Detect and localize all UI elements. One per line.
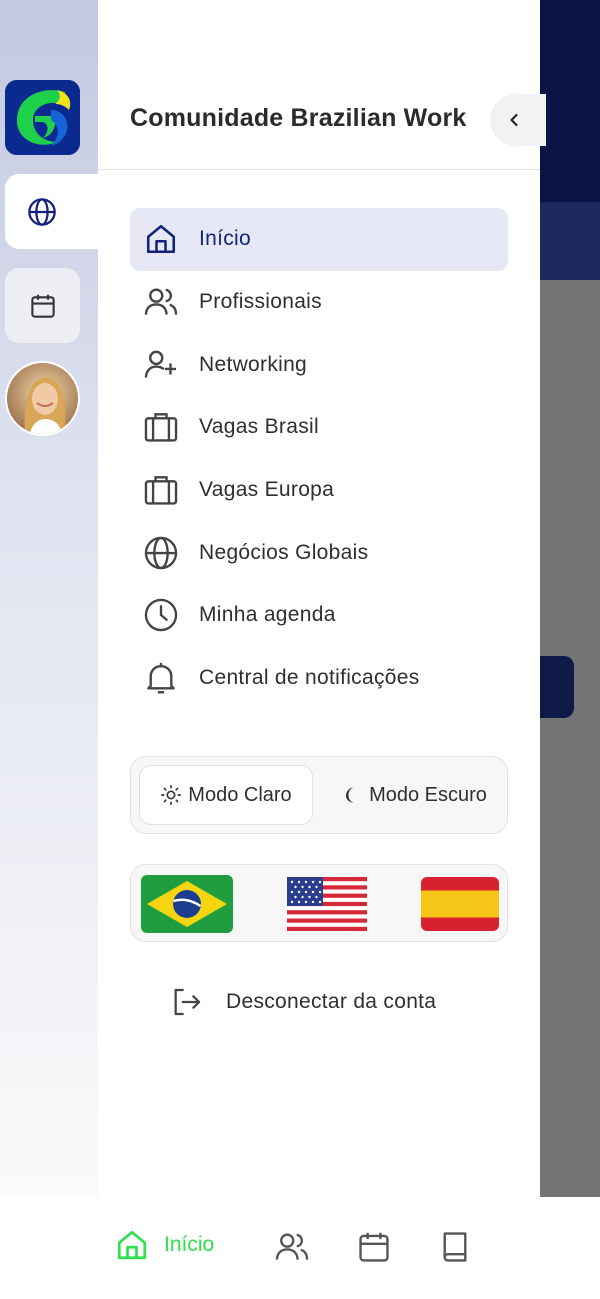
sun-icon	[161, 785, 182, 805]
logout-label: Desconectar da conta	[226, 990, 437, 1013]
moon-icon	[346, 787, 354, 803]
logout-button[interactable]: Desconectar da conta	[170, 985, 436, 1019]
logo-icon	[5, 80, 80, 155]
menu-item-vagas-brasil[interactable]: Vagas Brasil	[130, 396, 508, 459]
drawer-divider	[98, 169, 540, 170]
spain-flag-button[interactable]	[421, 877, 499, 935]
theme-toggle: Modo Claro Modo Escuro	[130, 756, 508, 834]
chevron-left-icon	[510, 113, 518, 127]
menu-item-networking[interactable]: Networking	[130, 333, 508, 396]
dark-mode-label: Modo Escuro	[369, 783, 487, 806]
clock-icon	[144, 599, 178, 632]
brazil-flag-button[interactable]	[141, 875, 233, 937]
avatar[interactable]	[5, 361, 80, 436]
menu-item-label: Networking	[199, 352, 308, 376]
light-mode-label: Modo Claro	[188, 783, 292, 806]
menu-item-label: Vagas Brasil	[199, 415, 319, 439]
usa-flag-icon	[287, 877, 367, 931]
menu-item-label: Vagas Europa	[199, 478, 335, 502]
globe-icon	[144, 536, 178, 570]
app-header	[538, 0, 600, 202]
bottom-nav: Início	[0, 1197, 600, 1299]
home-icon	[117, 1230, 147, 1260]
language-selector	[130, 864, 508, 942]
drawer-title: Comunidade Brazilian Work	[130, 104, 467, 132]
nav-book-tab[interactable]	[436, 1228, 474, 1270]
home-icon	[146, 225, 176, 254]
menu-item-vagas-europa[interactable]: Vagas Europa	[130, 459, 508, 522]
drawer-menu: Início Profissionais Networking Vagas Br…	[130, 208, 508, 710]
globe-icon	[28, 197, 56, 226]
logout-icon	[174, 988, 201, 1016]
briefcase-icon	[144, 413, 178, 443]
menu-item-negocios-globais[interactable]: Negócios Globais	[130, 521, 508, 584]
navigation-drawer: Comunidade Brazilian Work Início Profiss…	[98, 0, 546, 1197]
users-icon	[144, 288, 178, 315]
app-header-band	[538, 202, 600, 280]
menu-item-minha-agenda[interactable]: Minha agenda	[130, 584, 508, 647]
nav-users-tab[interactable]	[272, 1228, 312, 1270]
nav-home-label: Início	[164, 1233, 215, 1256]
dark-mode-button[interactable]: Modo Escuro	[327, 765, 501, 825]
menu-item-label: Início	[199, 227, 251, 251]
menu-item-label: Profissionais	[199, 290, 322, 314]
menu-item-label: Minha agenda	[199, 603, 336, 627]
nav-home-tab[interactable]: Início	[114, 1227, 214, 1263]
brazil-flag-icon	[141, 875, 233, 933]
menu-item-label: Central de notificações	[199, 666, 420, 690]
calendar-icon	[30, 294, 55, 318]
book-icon	[443, 1232, 467, 1262]
menu-item-label: Negócios Globais	[199, 540, 369, 564]
rail-globe-tab[interactable]	[5, 174, 98, 249]
app-logo[interactable]	[5, 80, 80, 155]
light-mode-button[interactable]: Modo Claro	[139, 765, 313, 825]
user-plus-icon	[144, 350, 177, 378]
rail-calendar-tab[interactable]	[5, 268, 80, 343]
menu-item-central-de-notificacoes[interactable]: Central de notificações	[130, 647, 508, 710]
users-icon	[275, 1233, 309, 1260]
bell-icon	[147, 663, 175, 694]
usa-flag-button[interactable]	[287, 877, 367, 935]
collapse-drawer-button[interactable]	[490, 94, 546, 146]
menu-item-inicio[interactable]: Início	[130, 208, 508, 271]
nav-calendar-tab[interactable]	[355, 1228, 393, 1270]
calendar-icon	[359, 1232, 389, 1262]
menu-item-profissionais[interactable]: Profissionais	[130, 271, 508, 334]
side-rail	[0, 0, 98, 1197]
avatar-photo	[7, 363, 78, 434]
briefcase-icon	[144, 476, 178, 505]
spain-flag-icon	[421, 877, 499, 931]
